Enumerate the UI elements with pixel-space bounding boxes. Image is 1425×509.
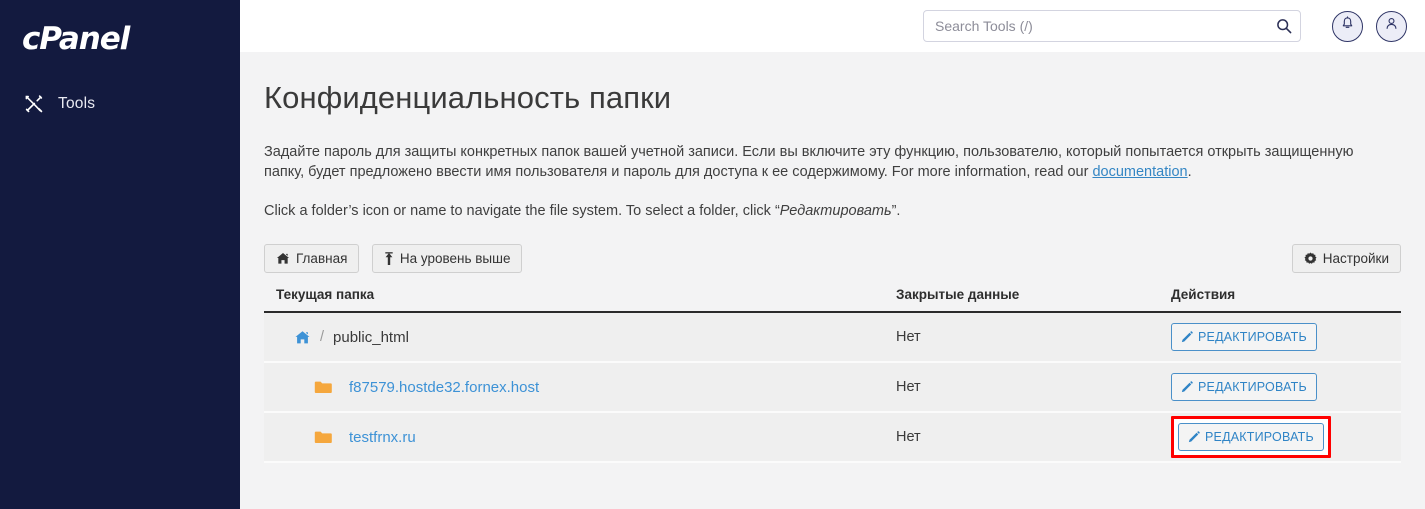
home-icon[interactable] (294, 330, 311, 345)
cell-private: Нет (884, 412, 1159, 464)
table-row: testfrnx.ru Нет РЕДАКТИРОВАТЬ (264, 412, 1401, 464)
gear-icon (1304, 252, 1317, 265)
description-paragraph-1: Задайте пароль для защиты конкретных пап… (264, 142, 1394, 182)
bell-icon (1340, 16, 1355, 36)
column-header-private: Закрытые данные (884, 287, 1159, 314)
user-icon (1384, 16, 1399, 36)
path-separator: / (320, 329, 325, 346)
cell-actions: РЕДАКТИРОВАТЬ (1159, 312, 1401, 364)
edit-button[interactable]: РЕДАКТИРОВАТЬ (1178, 423, 1324, 452)
table-header-row: Текущая папка Закрытые данные Действия (264, 287, 1401, 314)
tools-icon (24, 94, 44, 114)
table-row: f87579.hostde32.fornex.host Нет РЕДАКТИР… (264, 362, 1401, 414)
cpanel-logo-text: cPanel (22, 20, 130, 57)
main-area: Конфиденциальность папки Задайте пароль … (240, 0, 1425, 509)
page-title: Конфиденциальность папки (264, 80, 672, 115)
description-1-suffix: . (1187, 164, 1192, 181)
cell-folder: f87579.hostde32.fornex.host (264, 362, 884, 414)
table-row: / public_html Нет РЕДАКТИРОВАТЬ (264, 312, 1401, 364)
edit-button-label: РЕДАКТИРОВАТЬ (1198, 330, 1307, 345)
pencil-icon (1188, 431, 1200, 443)
account-button[interactable] (1376, 10, 1407, 42)
folder-icon[interactable] (314, 380, 333, 395)
cpanel-app: cPanel Tools Search Tools (/) Конфиденци… (0, 0, 1425, 509)
arrow-up-icon (384, 251, 394, 266)
cpanel-logo[interactable]: cPanel (22, 20, 130, 57)
folder-link[interactable]: f87579.hostde32.fornex.host (349, 379, 539, 396)
search-container (923, 10, 1301, 42)
home-button[interactable]: Главная (264, 244, 360, 274)
home-icon (276, 252, 290, 265)
table-head: Текущая папка Закрытые данные Действия (264, 287, 1401, 314)
description-2-emphasis: Редактировать (779, 203, 892, 220)
folder-icon[interactable] (314, 430, 333, 445)
cell-private: Нет (884, 312, 1159, 364)
documentation-link[interactable]: documentation (1092, 164, 1187, 180)
edit-button-label: РЕДАКТИРОВАТЬ (1205, 430, 1314, 445)
settings-button[interactable]: Настройки (1291, 244, 1401, 274)
top-bar (240, 0, 1425, 52)
cell-private: Нет (884, 362, 1159, 414)
up-one-level-button-label: На уровень выше (399, 251, 511, 267)
description-paragraph-2: Click a folder’s icon or name to navigat… (264, 201, 1394, 221)
description-2-suffix: ”. (891, 203, 901, 220)
cell-actions: РЕДАКТИРОВАТЬ (1159, 412, 1401, 464)
cell-actions: РЕДАКТИРОВАТЬ (1159, 362, 1401, 414)
edit-button-label: РЕДАКТИРОВАТЬ (1198, 380, 1307, 395)
folders-table: Текущая папка Закрытые данные Действия /… (264, 287, 1401, 464)
toolbar: Главная На уровень выше Настройки (264, 244, 1401, 274)
sidebar: cPanel Tools (0, 0, 240, 509)
folder-name[interactable]: public_html (333, 329, 409, 346)
column-header-folder: Текущая папка (264, 287, 884, 314)
search-input[interactable] (923, 10, 1301, 42)
description-2-text: Click a folder’s icon or name to navigat… (264, 203, 780, 220)
edit-button[interactable]: РЕДАКТИРОВАТЬ (1171, 373, 1317, 402)
up-one-level-button[interactable]: На уровень выше (371, 244, 523, 274)
pencil-icon (1181, 331, 1193, 343)
edit-button[interactable]: РЕДАКТИРОВАТЬ (1171, 323, 1317, 352)
column-header-actions: Действия (1159, 287, 1401, 314)
folder-link[interactable]: testfrnx.ru (349, 429, 416, 446)
sidebar-item-tools-label: Tools (58, 95, 96, 112)
notifications-button[interactable] (1332, 10, 1363, 42)
cell-folder: testfrnx.ru (264, 412, 884, 464)
content-panel: Конфиденциальность папки Задайте пароль … (240, 52, 1425, 509)
settings-button-label: Настройки (1322, 251, 1389, 267)
cell-folder: / public_html (264, 312, 884, 364)
highlight-annotation: РЕДАКТИРОВАТЬ (1171, 416, 1331, 459)
home-button-label: Главная (296, 251, 348, 267)
pencil-icon (1181, 381, 1193, 393)
sidebar-item-tools[interactable]: Tools (0, 88, 240, 120)
table-body: / public_html Нет РЕДАКТИРОВАТЬ f87579.h… (264, 312, 1401, 464)
